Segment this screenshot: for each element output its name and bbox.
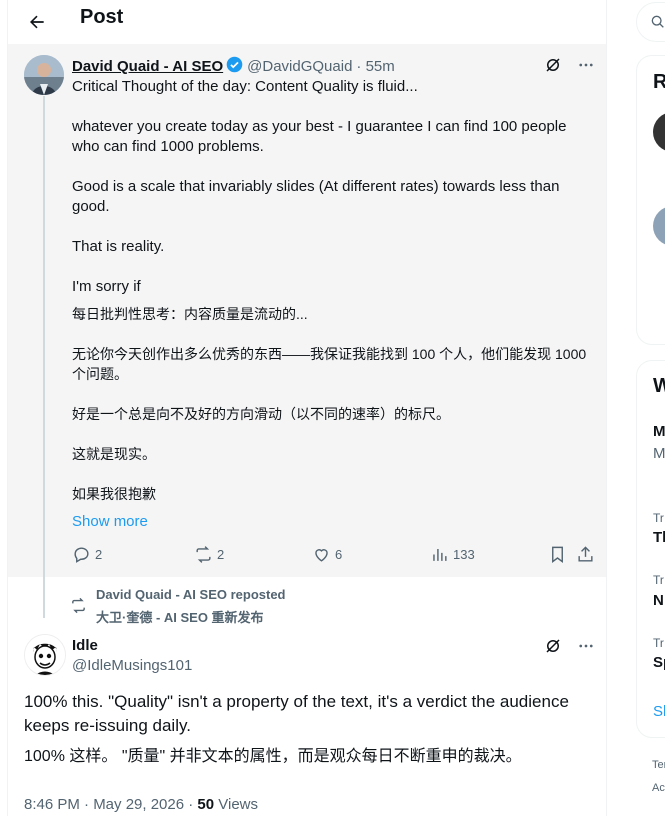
post-line: whatever you create today as your best -… [72, 118, 567, 155]
author-handle[interactable]: @DavidGQuaid [247, 58, 352, 75]
more-options-button[interactable] [574, 635, 598, 657]
post-line [72, 97, 594, 117]
reply-avatar[interactable] [24, 634, 66, 676]
more-options-button[interactable] [574, 54, 598, 76]
views-button[interactable]: 133 [430, 542, 475, 566]
post-line: 这就是现实。 [72, 446, 156, 462]
reply-button[interactable]: 2 [72, 542, 102, 566]
trend-meta: Tr [653, 636, 664, 650]
post-top-actions [542, 54, 598, 76]
post-line [72, 324, 594, 344]
reply-author-handle[interactable]: @IdleMusings101 [72, 656, 192, 676]
post-line [72, 217, 594, 237]
post-line: Good is a scale that invariably slides (… [72, 178, 560, 215]
views-count: 133 [453, 546, 475, 562]
bookmark-button[interactable] [548, 542, 571, 566]
heart-icon [315, 548, 328, 562]
relevant-people-card: R [636, 55, 665, 345]
grok-button[interactable] [542, 54, 564, 76]
share-icon [578, 545, 593, 562]
like-count: 6 [335, 546, 343, 562]
author-avatar[interactable] [24, 55, 64, 95]
post-line: I'm sorry if [72, 278, 141, 295]
back-button[interactable] [22, 7, 52, 37]
author-row: David Quaid - AI SEO @DavidGQuaid · 55m [72, 56, 395, 77]
post-line: Critical Thought of the day: Content Qua… [72, 78, 418, 95]
post-line [72, 464, 594, 484]
trend-meta: Tr [653, 511, 664, 525]
main-column: Post David Quaid - AI SEO @DavidGQuaid ·… [7, 0, 607, 816]
repost-note[interactable]: David Quaid - AI SEO reposted 大卫·奎德 - AI… [96, 583, 286, 629]
repost-note-en: David Quaid - AI SEO reposted [96, 587, 286, 602]
page-header: Post [8, 0, 606, 44]
show-more-link[interactable]: Show more [72, 512, 148, 532]
analytics-icon [433, 548, 447, 561]
trend-item[interactable]: Sp [653, 654, 665, 671]
show-more-link[interactable]: Sh [653, 703, 665, 720]
share-button[interactable] [576, 542, 599, 566]
trend-item[interactable]: N [653, 592, 664, 609]
reply-text-en: 100% this. "Quality" isn't a property of… [24, 692, 569, 735]
reply-timestamp[interactable]: 8:46 PM · May 29, 2026 · [24, 796, 197, 813]
repost-indicator-icon [72, 597, 85, 614]
sidebar-avatar[interactable] [653, 112, 665, 152]
more-horizontal-icon [579, 644, 593, 648]
whats-happening-card: W M M Tr Th Tr N Tr Sp Sh [636, 360, 665, 738]
trend-item[interactable]: Th [653, 529, 665, 546]
verified-badge-icon [226, 56, 243, 77]
trend-item[interactable]: M [653, 423, 665, 440]
thread-line [43, 96, 45, 618]
search-icon [651, 15, 664, 28]
reply-author-name[interactable]: Idle [72, 636, 192, 656]
relevant-people-title: R [653, 71, 665, 94]
post-line [72, 384, 594, 404]
post-action-bar: 2 2 6 133 [72, 542, 596, 566]
grok-icon [546, 639, 560, 653]
like-button[interactable]: 6 [312, 542, 342, 566]
whats-happening-title: W [653, 375, 665, 398]
reply-top-actions [542, 635, 598, 657]
repost-icon [196, 545, 211, 563]
footer-link[interactable]: Ac [652, 782, 665, 794]
post-line [72, 424, 594, 444]
post-line: 好是一个总是向不及好的方向滑动（以不同的速率）的标尺。 [72, 406, 450, 422]
post-line: That is reality. [72, 238, 165, 255]
reply-text: 100% this. "Quality" isn't a property of… [24, 690, 598, 776]
author-name[interactable]: David Quaid - AI SEO [72, 58, 223, 75]
reply-icon [74, 546, 89, 563]
post-text: Critical Thought of the day: Content Qua… [72, 77, 594, 532]
arrow-left-icon [30, 15, 44, 29]
more-horizontal-icon [579, 63, 593, 67]
footer-link[interactable]: Ter [652, 759, 665, 771]
post-line: 每日批判性思考：内容质量是流动的... [72, 306, 308, 322]
sidebar-avatar[interactable] [653, 206, 665, 246]
post-line [72, 257, 594, 277]
grok-icon [546, 58, 560, 72]
trend-meta: Tr [653, 573, 664, 587]
reply-count: 2 [95, 546, 103, 562]
bookmark-icon [552, 546, 563, 563]
reply-text-zh: 100% 这样。 "质量" 并非文本的属性，而是观众每日不断重申的裁决。 [24, 748, 522, 765]
grok-button[interactable] [542, 635, 564, 657]
repost-button[interactable]: 2 [194, 542, 224, 566]
search-box[interactable] [636, 2, 665, 42]
reply-meta: 8:46 PM · May 29, 2026 · 50 Views [24, 796, 258, 813]
trend-item-subtitle: M [653, 445, 665, 462]
repost-count: 2 [217, 546, 225, 562]
post-line: 如果我很抱歉 [72, 486, 156, 502]
reply-author-block: Idle @IdleMusings101 [72, 636, 192, 676]
post-time[interactable]: · 55m [356, 58, 394, 75]
page-title: Post [80, 6, 124, 28]
reply-views-label: Views [214, 796, 259, 813]
post-line [72, 157, 594, 177]
post-line: 无论你今天创作出多么优秀的东西——我保证我能找到 100 个人，他们能发现 10… [72, 346, 587, 382]
repost-note-zh: 大卫·奎德 - AI SEO 重新发布 [96, 610, 264, 625]
reply-views-count: 50 [197, 796, 215, 813]
